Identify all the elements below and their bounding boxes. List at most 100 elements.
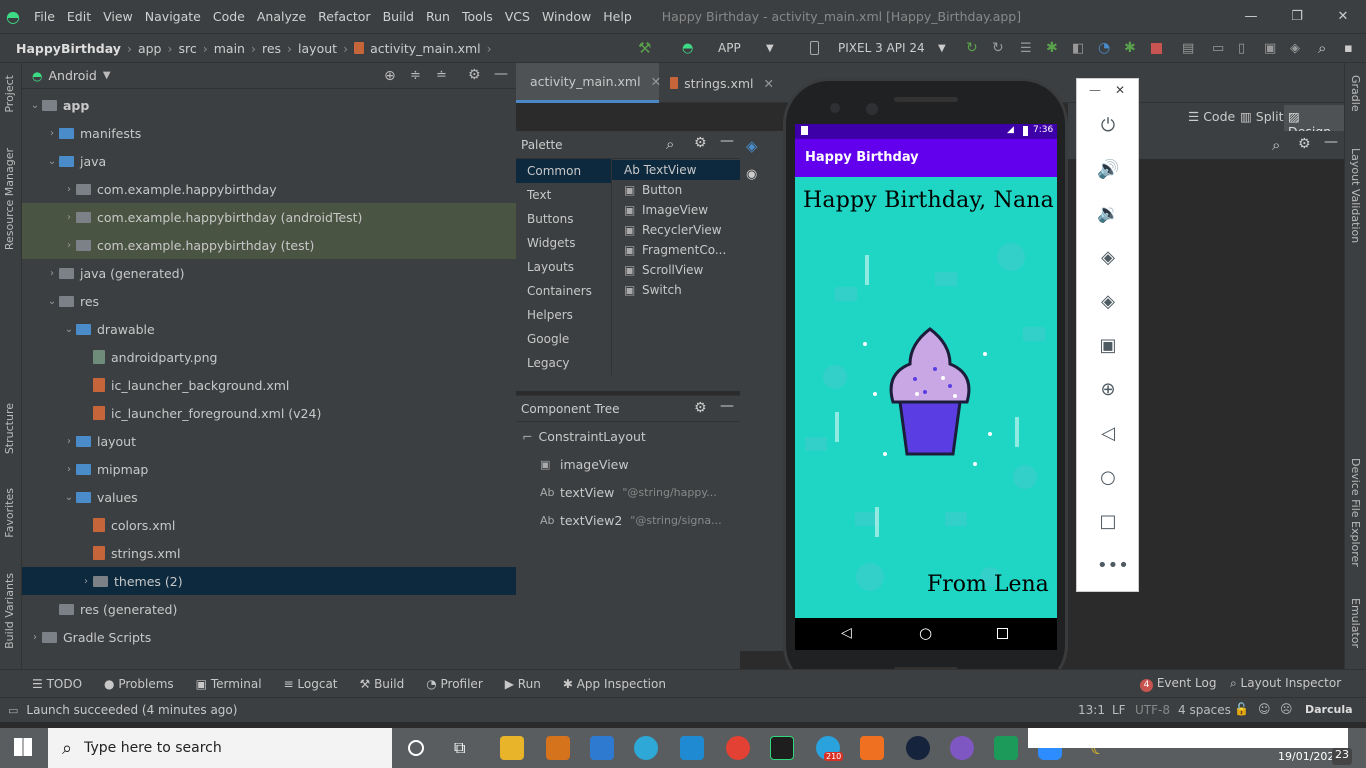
debug-icon[interactable]: ✱	[1046, 40, 1058, 56]
stop-icon[interactable]	[1151, 43, 1162, 54]
chevron-right-icon[interactable]: ›	[28, 632, 42, 643]
pycharm-icon[interactable]	[770, 736, 794, 760]
component-tree-hide-icon[interactable]: —	[720, 398, 734, 414]
menu-analyze[interactable]: Analyze	[251, 0, 312, 33]
split-mode-button[interactable]: ▥ Split	[1240, 109, 1284, 124]
palette-item[interactable]: ▣ Switch	[612, 280, 740, 300]
tree-item[interactable]: › layout	[22, 427, 516, 455]
tree-item[interactable]: › com.example.happybirthday	[22, 175, 516, 203]
file-encoding[interactable]: UTF-8	[1135, 703, 1170, 717]
breadcrumb-layout[interactable]: layout	[298, 41, 337, 56]
chevron-right-icon[interactable]: ›	[45, 268, 59, 279]
project-structure-icon[interactable]: ▤	[1182, 41, 1194, 56]
run-config-dropdown-icon[interactable]: ▼	[766, 43, 774, 54]
sublime-icon[interactable]	[546, 736, 570, 760]
palette-category[interactable]: Containers	[516, 279, 611, 303]
menu-run[interactable]: Run	[420, 0, 456, 33]
tree-item[interactable]: res (generated)	[22, 595, 516, 623]
emulator-tool-tab[interactable]: Emulator	[1349, 598, 1362, 648]
maximize-button[interactable]: ❐	[1274, 0, 1320, 33]
sdk-manager-icon[interactable]: ▣	[1264, 41, 1276, 56]
chevron-right-icon[interactable]: ›	[62, 184, 76, 195]
chevron-right-icon[interactable]: ›	[62, 212, 76, 223]
hide-panel-icon[interactable]: —	[494, 66, 508, 82]
todo-tool[interactable]: ☰ TODO	[32, 677, 82, 691]
menu-refactor[interactable]: Refactor	[312, 0, 376, 33]
minimize-button[interactable]: —	[1228, 0, 1274, 33]
tree-item[interactable]: ic_launcher_background.xml	[22, 371, 516, 399]
notion-app-icon[interactable]	[906, 736, 930, 760]
palette-category[interactable]: Layouts	[516, 255, 611, 279]
emulator-back-icon[interactable]: ◁	[1097, 423, 1119, 445]
chevron-down-icon[interactable]: ⌄	[62, 324, 76, 335]
status-toggle-icon[interactable]: ▭	[8, 704, 18, 717]
nav-home-icon[interactable]: ○	[919, 624, 932, 642]
chevron-right-icon[interactable]: ›	[45, 128, 59, 139]
terminal-tool[interactable]: ▣ Terminal	[196, 677, 262, 691]
build-tool[interactable]: ⚒ Build	[360, 677, 405, 691]
tree-item[interactable]: › com.example.happybirthday (test)	[22, 231, 516, 259]
palette-category[interactable]: Google	[516, 327, 611, 351]
tree-item[interactable]: ⌄ java	[22, 147, 516, 175]
caret-position[interactable]: 13:1	[1078, 703, 1105, 717]
palette-item[interactable]: ▣ ImageView	[612, 200, 740, 220]
breadcrumb-res[interactable]: res	[262, 41, 281, 56]
profiler-tool[interactable]: ◔ Profiler	[426, 677, 483, 691]
eye-icon[interactable]: ◉	[746, 167, 757, 182]
line-separator[interactable]: LF	[1112, 703, 1126, 717]
tree-item[interactable]: ic_launcher_foreground.xml (v24)	[22, 399, 516, 427]
coverage-icon[interactable]: ◔	[1098, 40, 1110, 56]
breadcrumb-file[interactable]: activity_main.xml	[370, 41, 481, 56]
emulator-close-icon[interactable]: ✕	[1115, 83, 1125, 97]
chevron-right-icon[interactable]: ›	[62, 436, 76, 447]
windows-start-icon[interactable]	[14, 738, 32, 756]
tree-constraint-layout[interactable]: ⌐ ConstraintLayout	[516, 422, 740, 450]
menu-vcs[interactable]: VCS	[499, 0, 536, 33]
chevron-down-icon[interactable]: ⌄	[45, 296, 59, 307]
expand-all-icon[interactable]: ≑	[410, 68, 421, 83]
breadcrumb-project[interactable]: HappyBirthday	[16, 41, 121, 56]
breadcrumb-src[interactable]: src	[178, 41, 196, 56]
attributes-search-icon[interactable]: ⌕	[1272, 136, 1280, 154]
attributes-settings-icon[interactable]: ⚙	[1298, 136, 1311, 152]
cortana-icon[interactable]	[408, 740, 424, 756]
close-tab-icon[interactable]: ✕	[651, 74, 661, 89]
chevron-right-icon[interactable]: ›	[62, 464, 76, 475]
tree-item[interactable]: colors.xml	[22, 511, 516, 539]
layout-inspector-tool[interactable]: ⌕ Layout Inspector	[1230, 676, 1341, 691]
rotate-left-icon[interactable]: ◈	[1097, 247, 1119, 269]
palette-category[interactable]: Helpers	[516, 303, 611, 327]
menu-help[interactable]: Help	[597, 0, 638, 33]
zoom-icon[interactable]: ⊕	[1097, 379, 1119, 401]
theme-label[interactable]: Darcula	[1305, 703, 1353, 716]
device-dropdown-icon[interactable]: ▼	[938, 43, 946, 54]
design-surface-icon[interactable]: ◈	[746, 137, 758, 155]
notification-count[interactable]: 23	[1332, 748, 1352, 765]
nav-overview-icon[interactable]	[997, 628, 1008, 639]
pdf-app-icon[interactable]	[860, 736, 884, 760]
palette-hide-icon[interactable]: —	[720, 133, 734, 149]
gradle-tool-tab[interactable]: Gradle	[1349, 75, 1362, 112]
tab-strings[interactable]: strings.xml ✕	[662, 63, 782, 103]
palette-category[interactable]: Legacy	[516, 351, 611, 375]
palette-settings-icon[interactable]: ⚙	[694, 135, 707, 151]
problems-tool[interactable]: ● Problems	[104, 677, 174, 691]
tab-activity-main[interactable]: activity_main.xml ✕	[516, 63, 661, 103]
palette-category[interactable]: Buttons	[516, 207, 611, 231]
chrome-icon[interactable]	[726, 736, 750, 760]
github-desktop-icon[interactable]	[950, 736, 974, 760]
inspector-face-icon[interactable]: ☺	[1258, 702, 1271, 716]
chevron-right-icon[interactable]: ›	[79, 576, 93, 587]
task-view-icon[interactable]: ⧉	[454, 738, 465, 758]
menu-view[interactable]: View	[97, 0, 139, 33]
component-tree-node[interactable]: ▣ imageView	[516, 450, 740, 478]
menu-file[interactable]: File	[28, 0, 61, 33]
locate-icon[interactable]: ⊕	[384, 68, 396, 84]
tree-item[interactable]: ⌄ values	[22, 483, 516, 511]
layout-validation-tool-tab[interactable]: Layout Validation	[1349, 148, 1362, 243]
lock-icon[interactable]: 🔓	[1234, 702, 1249, 716]
palette-item[interactable]: ▣ FragmentCo...	[612, 240, 740, 260]
screenshot-camera-icon[interactable]: ▣	[1097, 335, 1119, 357]
palette-search-icon[interactable]: ⌕	[666, 135, 674, 153]
search-icon[interactable]: ⌕	[1318, 39, 1326, 57]
